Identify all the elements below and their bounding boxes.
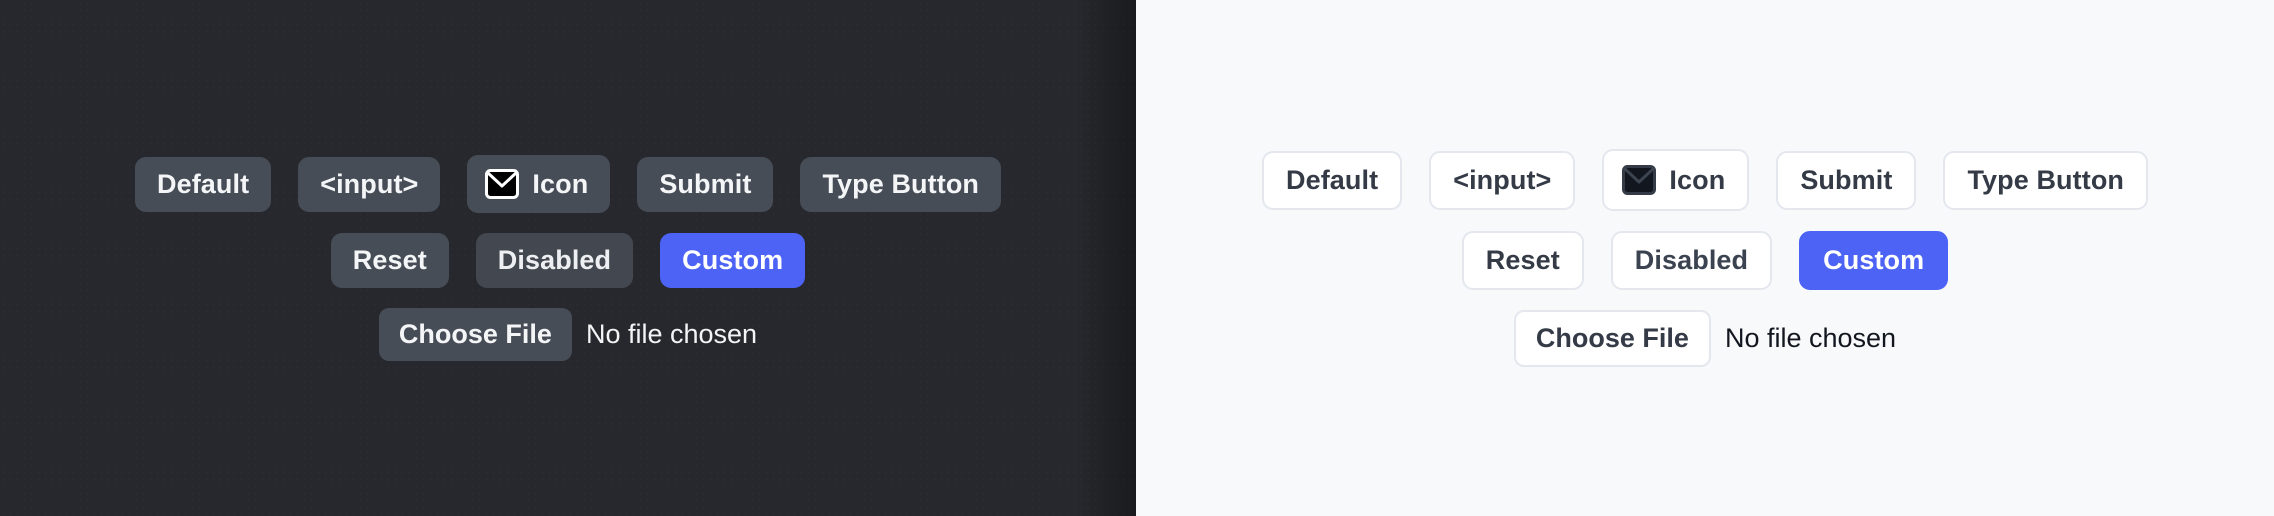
choose-file-button[interactable]: Choose File — [378, 308, 572, 361]
custom-button[interactable]: Custom — [1799, 231, 1949, 290]
envelope-icon — [485, 169, 520, 199]
button-row-file: Choose File No file chosen — [73, 308, 1063, 361]
button-row-secondary: Reset Disabled Custom — [1210, 231, 2200, 290]
type-button[interactable]: Type Button — [800, 156, 1002, 212]
default-button[interactable]: Default — [1261, 150, 1403, 210]
file-input-control[interactable]: Choose File No file chosen — [378, 308, 758, 361]
reset-button[interactable]: Reset — [330, 233, 449, 288]
file-status-text: No file chosen — [585, 319, 758, 349]
file-input-control[interactable]: Choose File No file chosen — [1513, 310, 1897, 367]
icon-button-label: Icon — [1669, 164, 1726, 195]
input-button[interactable]: <input> — [1429, 150, 1576, 210]
button-cluster-light: Default <input> Icon Submit Type Button … — [1210, 149, 2200, 367]
envelope-icon — [1622, 165, 1657, 195]
type-button[interactable]: Type Button — [1943, 150, 2149, 210]
submit-button[interactable]: Submit — [1776, 150, 1917, 210]
submit-button[interactable]: Submit — [637, 156, 774, 212]
disabled-button: Disabled — [1610, 231, 1773, 290]
default-button[interactable]: Default — [134, 156, 272, 212]
icon-button-label: Icon — [532, 168, 589, 199]
button-row-primary: Default <input> Icon Submit Type Button — [73, 155, 1063, 213]
choose-file-button[interactable]: Choose File — [1513, 310, 1711, 367]
button-row-secondary: Reset Disabled Custom — [73, 233, 1063, 288]
light-theme-panel: Default <input> Icon Submit Type Button … — [1136, 0, 2274, 516]
input-button[interactable]: <input> — [298, 156, 441, 212]
icon-button[interactable]: Icon — [1602, 149, 1750, 211]
custom-button[interactable]: Custom — [660, 233, 806, 288]
button-row-file: Choose File No file chosen — [1210, 310, 2200, 367]
disabled-button: Disabled — [475, 233, 634, 288]
file-status-text: No file chosen — [1724, 323, 1897, 353]
reset-button[interactable]: Reset — [1461, 231, 1584, 290]
icon-button[interactable]: Icon — [467, 155, 611, 213]
button-cluster-dark: Default <input> Icon Submit Type Button … — [73, 155, 1063, 361]
button-row-primary: Default <input> Icon Submit Type Button — [1210, 149, 2200, 211]
dark-theme-panel: Default <input> Icon Submit Type Button … — [0, 0, 1136, 516]
